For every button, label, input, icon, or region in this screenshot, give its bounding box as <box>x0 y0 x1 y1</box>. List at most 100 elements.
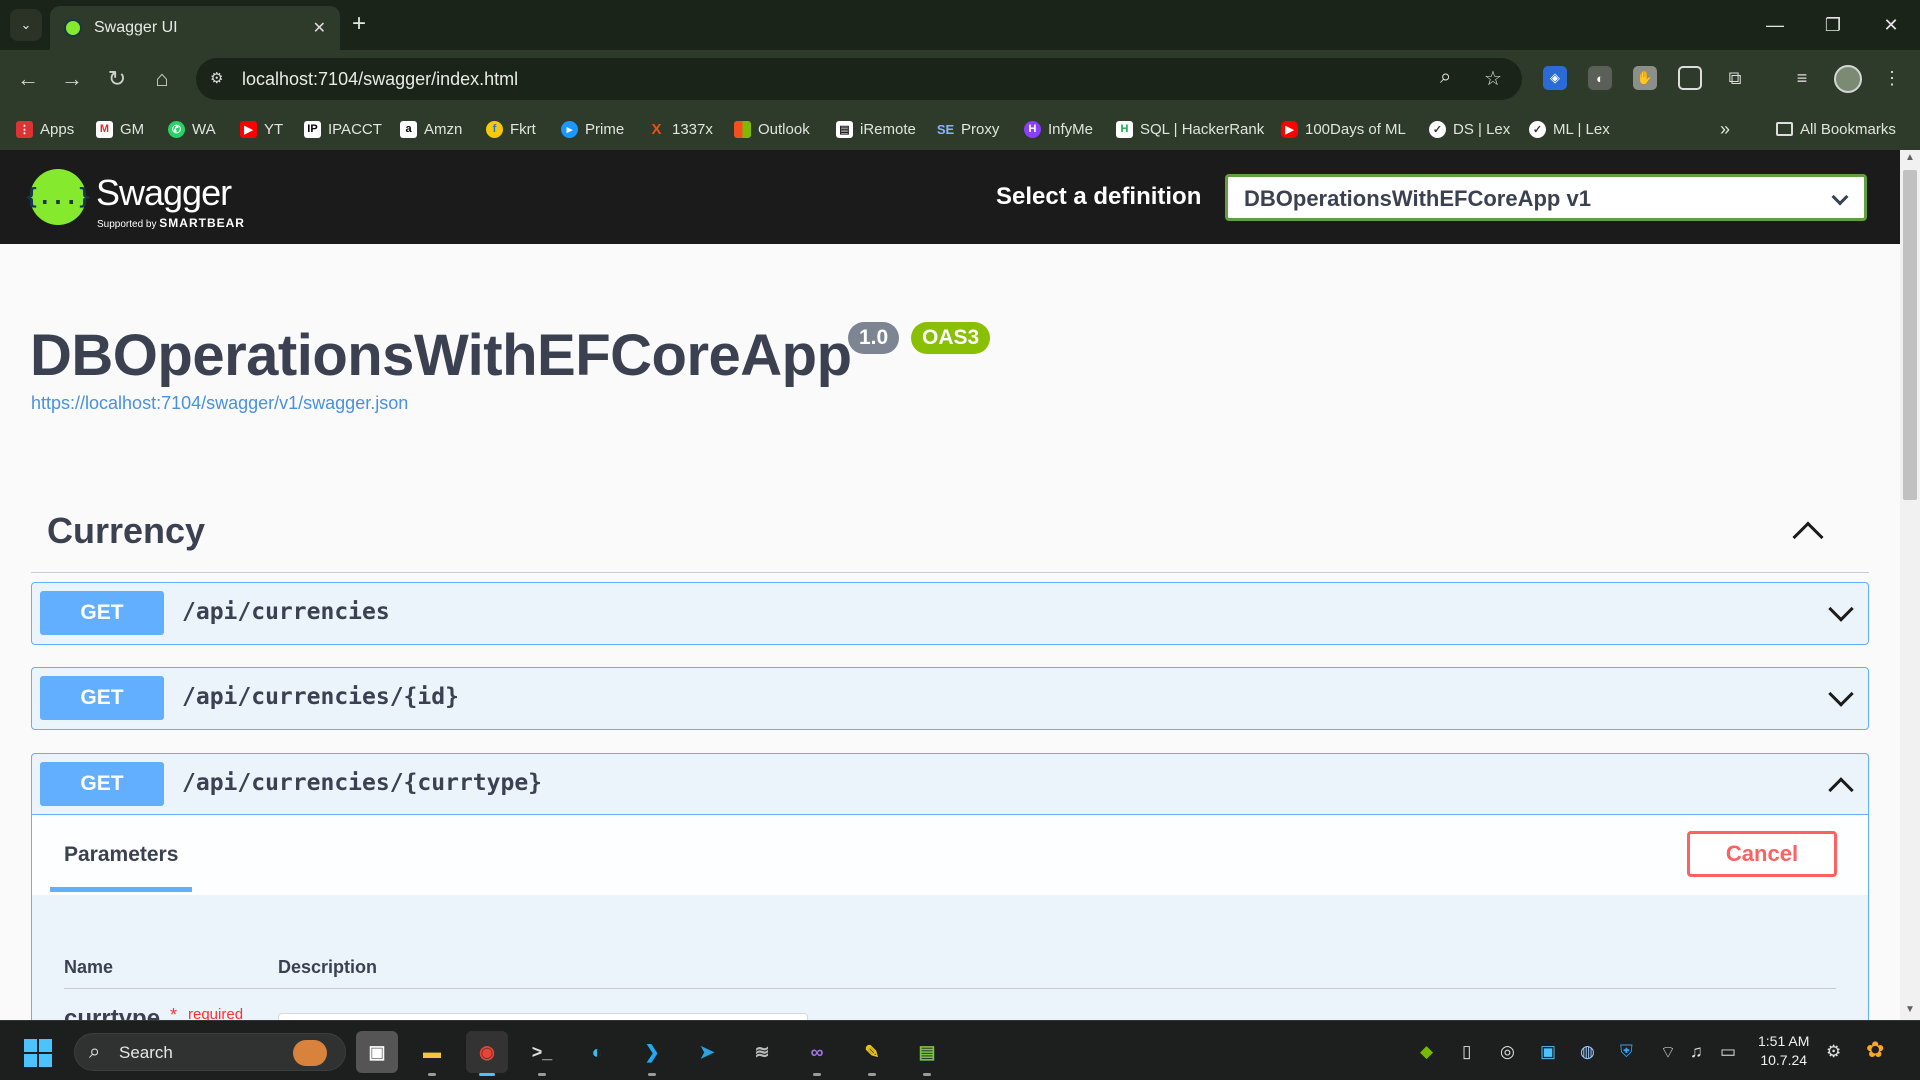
bookmark-ds-lex[interactable]: ✓ DS | Lex <box>1429 117 1510 141</box>
forward-icon[interactable]: → <box>56 63 88 95</box>
terminal-icon[interactable]: >_ <box>521 1031 563 1076</box>
file-explorer-icon[interactable]: ▬ <box>411 1031 453 1076</box>
bookmark-infyme[interactable]: H InfyMe <box>1024 117 1093 141</box>
url-text[interactable]: localhost:7104/swagger/index.html <box>242 69 518 90</box>
opblock-summary[interactable]: GET /api/currencies/{currtype} <box>32 754 1868 814</box>
bookmark-wa[interactable]: ✆ WA <box>168 117 216 141</box>
wifi-icon[interactable]: ⌔ <box>1660 1042 1676 1063</box>
scroll-up-icon[interactable]: ▲ <box>1905 152 1915 163</box>
lex-icon: ✓ <box>1529 120 1546 138</box>
scroll-down-icon[interactable]: ▼ <box>1905 1004 1915 1015</box>
opblock-summary[interactable]: GET /api/currencies/{id} <box>32 668 1868 728</box>
task-view-icon[interactable]: ▣ <box>356 1031 398 1073</box>
bookmark-ml-lex[interactable]: ✓ ML | Lex <box>1529 117 1610 141</box>
all-bookmarks[interactable]: All Bookmarks <box>1776 117 1896 141</box>
chevron-up-icon[interactable] <box>1828 777 1854 803</box>
ipacct-icon: IP <box>304 120 321 138</box>
extensions-puzzle-icon[interactable]: ⧉ <box>1723 66 1747 90</box>
tag-currency-title[interactable]: Currency <box>47 510 205 552</box>
chrome-icon[interactable]: ◉ <box>466 1031 508 1076</box>
bookmark-gm[interactable]: M GM <box>96 117 144 141</box>
tray-window-icon[interactable]: ▣ <box>1540 1042 1556 1062</box>
bookmark-yt[interactable]: ▶ YT <box>240 117 283 141</box>
apps-grid-icon: ⋮ <box>16 120 33 138</box>
visual-studio-icon[interactable]: ∞ <box>796 1031 838 1076</box>
defender-shield-icon[interactable]: ⛨ <box>1620 1042 1633 1062</box>
taskbar-search[interactable]: ⌕ Search <box>74 1033 346 1071</box>
1337x-icon: X <box>651 120 662 138</box>
proxy-icon: SE <box>936 121 955 137</box>
bookmark-fkrt[interactable]: f Fkrt <box>486 117 536 141</box>
tab-search-button[interactable]: ⌄ <box>10 9 42 41</box>
hackerrank-icon: H <box>1116 120 1133 138</box>
bookmark-amzn[interactable]: a Amzn <box>400 117 462 141</box>
currtype-input[interactable] <box>278 1013 808 1020</box>
clock[interactable]: 1:51 AM 10.7.24 <box>1758 1032 1809 1070</box>
page-scrollbar[interactable]: ▲ ▼ <box>1900 150 1920 1020</box>
profile-avatar[interactable] <box>1834 65 1862 93</box>
param-divider <box>64 988 1836 989</box>
extension-hand-icon[interactable]: ✋ <box>1633 66 1657 90</box>
steam-icon[interactable]: ◍ <box>1580 1042 1595 1062</box>
chevron-up-icon[interactable] <box>1792 521 1824 553</box>
spec-json-link[interactable]: https://localhost:7104/swagger/v1/swagge… <box>31 393 408 414</box>
zoom-icon[interactable]: ⌕ <box>1440 66 1451 89</box>
sql-tool-icon[interactable]: ✎ <box>851 1031 893 1076</box>
browser-toolbar: ← → ↻ ⌂ ⚙ localhost:7104/swagger/index.h… <box>0 50 1920 108</box>
extension-window-icon[interactable] <box>1678 66 1702 90</box>
home-icon[interactable]: ⌂ <box>146 63 178 95</box>
browser-tab[interactable]: Swagger UI ✕ <box>50 6 340 50</box>
nvidia-icon[interactable]: ◆ <box>1420 1042 1433 1062</box>
notepad-plus-icon[interactable]: ▤ <box>906 1031 948 1076</box>
bookmark-proxy[interactable]: SE Proxy <box>936 117 1000 141</box>
reload-icon[interactable]: ↻ <box>101 63 133 95</box>
cancel-button[interactable]: Cancel <box>1687 831 1837 877</box>
volume-icon[interactable]: ♫ <box>1690 1042 1703 1062</box>
database-icon[interactable]: ≋ <box>741 1031 783 1073</box>
bookmark-outlook[interactable]: Outlook <box>734 117 810 141</box>
bookmark-apps[interactable]: ⋮ Apps <box>16 117 74 141</box>
new-tab-button[interactable]: + <box>352 10 366 38</box>
copilot-icon[interactable]: ✿ <box>1866 1037 1884 1063</box>
windows-start-icon[interactable] <box>24 1039 52 1067</box>
bookmark-sql-hackerrank[interactable]: H SQL | HackerRank <box>1116 117 1264 141</box>
definition-select[interactable]: DBOperationsWithEFCoreApp v1 <box>1225 174 1867 221</box>
chevron-down-icon[interactable] <box>1828 596 1854 622</box>
opblock-get-currencies: GET /api/currencies <box>31 582 1869 645</box>
extension-shield-icon[interactable]: ◈ <box>1543 66 1567 90</box>
bookmark-iremote[interactable]: ▤ iRemote <box>836 117 916 141</box>
bookmark-1337x[interactable]: X 1337x <box>648 117 712 141</box>
bookmark-prime[interactable]: ▸ Prime <box>561 117 624 141</box>
close-window-button[interactable]: ✕ <box>1862 0 1920 50</box>
notification-icon[interactable]: ⚙ <box>1826 1042 1841 1062</box>
scroll-thumb[interactable] <box>1903 170 1917 500</box>
bookmark-100days-ml[interactable]: ▶ 100Days of ML <box>1281 117 1406 141</box>
usb-icon[interactable]: ▯ <box>1462 1042 1471 1062</box>
swagger-favicon-icon <box>64 19 82 37</box>
bookmark-ipacct[interactable]: IP IPACCT <box>304 117 382 141</box>
media-controls-icon[interactable]: ≡ <box>1790 66 1814 90</box>
chrome-menu-icon[interactable]: ⋮ <box>1880 66 1904 90</box>
telegram-icon[interactable]: ➤ <box>686 1031 728 1073</box>
extension-ublock-icon[interactable]: ◐ <box>1588 66 1612 90</box>
back-icon[interactable]: ← <box>12 63 44 95</box>
lex-icon: ✓ <box>1429 120 1446 138</box>
youtube-icon: ▶ <box>240 120 257 138</box>
app-tray-icon[interactable]: ◎ <box>1500 1042 1515 1062</box>
edge-icon[interactable]: ◐ <box>576 1031 618 1073</box>
bookmarks-overflow-icon[interactable]: » <box>1720 117 1730 141</box>
tab-parameters[interactable]: Parameters <box>64 843 178 867</box>
address-bar[interactable]: ⚙ localhost:7104/swagger/index.html ⌕ ☆ <box>196 58 1522 100</box>
battery-icon[interactable]: ▭ <box>1720 1042 1736 1062</box>
swagger-logo-icon[interactable]: {...} <box>25 169 91 225</box>
restore-button[interactable]: ❐ <box>1804 0 1862 50</box>
whatsapp-icon: ✆ <box>168 120 185 138</box>
vscode-icon[interactable]: ❯ <box>631 1031 673 1076</box>
chevron-down-icon[interactable] <box>1828 681 1854 707</box>
tab-close-icon[interactable]: ✕ <box>313 18 326 38</box>
opblock-summary[interactable]: GET /api/currencies <box>32 583 1868 643</box>
minimize-button[interactable]: — <box>1746 0 1804 50</box>
bookmark-star-icon[interactable]: ☆ <box>1484 66 1502 91</box>
site-info-icon[interactable]: ⚙ <box>210 69 232 89</box>
opblock-body: Parameters Cancel Name Description currt… <box>32 814 1868 1020</box>
